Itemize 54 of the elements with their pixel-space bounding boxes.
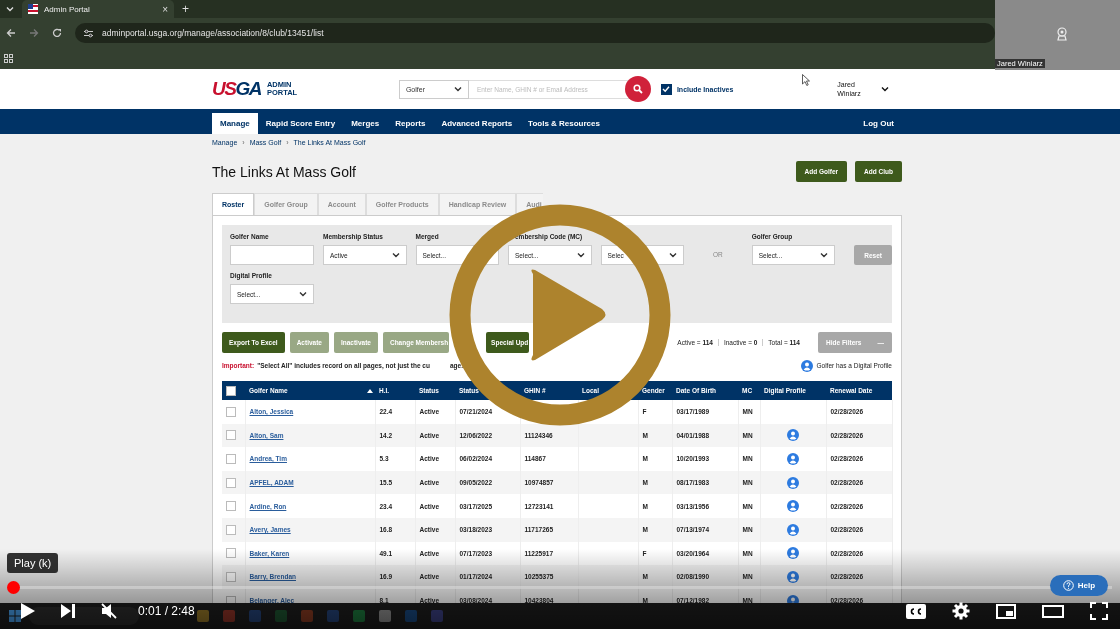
sort-ascending-icon[interactable] [367,389,373,393]
tooltip: Play (k) [7,553,59,573]
miniplayer-icon[interactable] [996,603,1016,619]
checkbox[interactable] [660,83,672,95]
back-icon[interactable] [6,28,16,38]
nav-item[interactable]: Tools & Resources [520,113,608,134]
new-tab-button[interactable]: + [182,2,189,16]
theater-mode-icon[interactable] [1042,604,1064,618]
tab-title: Admin Portal [44,4,91,14]
nav-item[interactable]: Manage [212,113,258,134]
nav-item[interactable]: Reports [387,113,434,134]
time-display: 0:01 / 2:48 [138,604,195,618]
row-checkbox[interactable] [226,524,236,535]
nav-item[interactable]: Merges [343,113,388,134]
address-bar[interactable]: adminportal.usga.org/manage/association/8/club/13451/list [75,23,995,43]
next-icon[interactable] [60,603,76,619]
chevron-down-icon [453,86,462,92]
help-button[interactable]: Help [1050,575,1108,596]
mouse-cursor-icon [802,74,810,86]
nav-item[interactable]: Advanced Reports [433,113,521,134]
text-field[interactable] [230,245,314,265]
settings-icon[interactable] [952,602,970,620]
checkmark-icon [662,85,671,93]
forward-icon[interactable] [29,28,39,38]
muted-speaker-icon[interactable] [100,602,118,620]
logo-wordmark: USGA [212,78,261,100]
row-checkbox[interactable] [226,430,236,441]
row-checkbox[interactable] [226,477,236,488]
url-text: adminportal.usga.org/manage/association/8/club/13451/list [102,28,324,38]
tab-list-icon[interactable] [6,6,14,12]
row-checkbox[interactable] [226,548,236,559]
logout-link[interactable]: Log Out [855,113,902,134]
play-button-icon[interactable] [449,204,671,426]
nav-item[interactable]: Rapid Score Entry [257,113,344,134]
webcam-icon [1055,27,1069,41]
taskbar-search-field[interactable] [29,607,139,625]
browser-tab[interactable]: Admin Portal × [22,0,174,18]
help-icon [1062,580,1074,591]
apps-grid-icon[interactable] [4,54,13,63]
flag-icon [28,4,38,14]
row-checkbox[interactable] [226,454,236,464]
fullscreen-icon[interactable] [1090,602,1108,620]
select-all-checkbox[interactable] [226,385,236,396]
chevron-down-icon[interactable] [881,86,890,92]
row-checkbox[interactable] [226,571,236,582]
row-checkbox[interactable] [226,406,236,417]
close-tab-button[interactable]: × [162,3,168,15]
search-icon [632,84,643,94]
row-checkbox[interactable] [226,501,236,512]
site-settings-icon[interactable] [83,28,94,38]
play-icon[interactable] [20,602,36,620]
reload-icon[interactable] [52,28,62,38]
person-icon [801,359,814,372]
page-title: The Links At Mass Golf [212,163,356,180]
